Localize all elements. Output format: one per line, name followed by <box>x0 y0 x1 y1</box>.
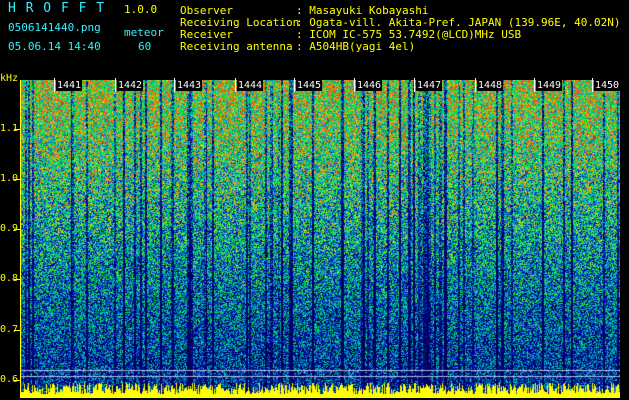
time-marker <box>174 78 175 92</box>
time-label: 1450 <box>594 80 621 91</box>
spectrogram-canvas[interactable] <box>20 80 620 398</box>
y-tick-mark <box>14 330 20 331</box>
time-label: 1446 <box>356 80 383 91</box>
y-tick-mark <box>14 380 20 381</box>
time-label: 1443 <box>176 80 203 91</box>
time-label: 1442 <box>117 80 144 91</box>
y-tick-mark <box>14 179 20 180</box>
hroft-window: H R O F F T 1.0.0 0506141440.png meteor … <box>0 0 629 400</box>
y-tick-mark <box>14 229 20 230</box>
file-name: 0506141440.png <box>8 21 101 34</box>
left-axis-line <box>20 80 21 398</box>
time-marker <box>414 78 415 92</box>
time-label: 1447 <box>416 80 443 91</box>
mode-label: meteor <box>124 26 164 39</box>
antenna-value: : A504HB(yagi 4el) <box>296 40 416 53</box>
time-marker <box>54 78 55 92</box>
y-tick-mark <box>14 279 20 280</box>
app-title-text: H R O F F T <box>8 1 106 16</box>
time-marker <box>294 78 295 92</box>
time-marker <box>534 78 535 92</box>
y-unit-label: kHz <box>0 73 19 84</box>
time-marker <box>235 78 236 92</box>
version-label: 1.0.0 <box>124 3 158 16</box>
time-label: 1448 <box>477 80 504 91</box>
count-label: 60 <box>138 40 152 53</box>
time-label: 1441 <box>56 80 83 91</box>
time-marker <box>354 78 355 92</box>
time-marker <box>475 78 476 92</box>
y-tick-mark <box>14 129 20 130</box>
time-label: 1444 <box>237 80 264 91</box>
time-marker <box>115 78 116 92</box>
datetime-label: 05.06.14 14:40 <box>8 40 101 53</box>
antenna-label: Receiving antenna <box>180 40 293 53</box>
time-label: 1449 <box>536 80 563 91</box>
time-marker <box>592 78 593 92</box>
time-label: 1445 <box>296 80 323 91</box>
app-title: H R O F F T <box>8 2 105 15</box>
